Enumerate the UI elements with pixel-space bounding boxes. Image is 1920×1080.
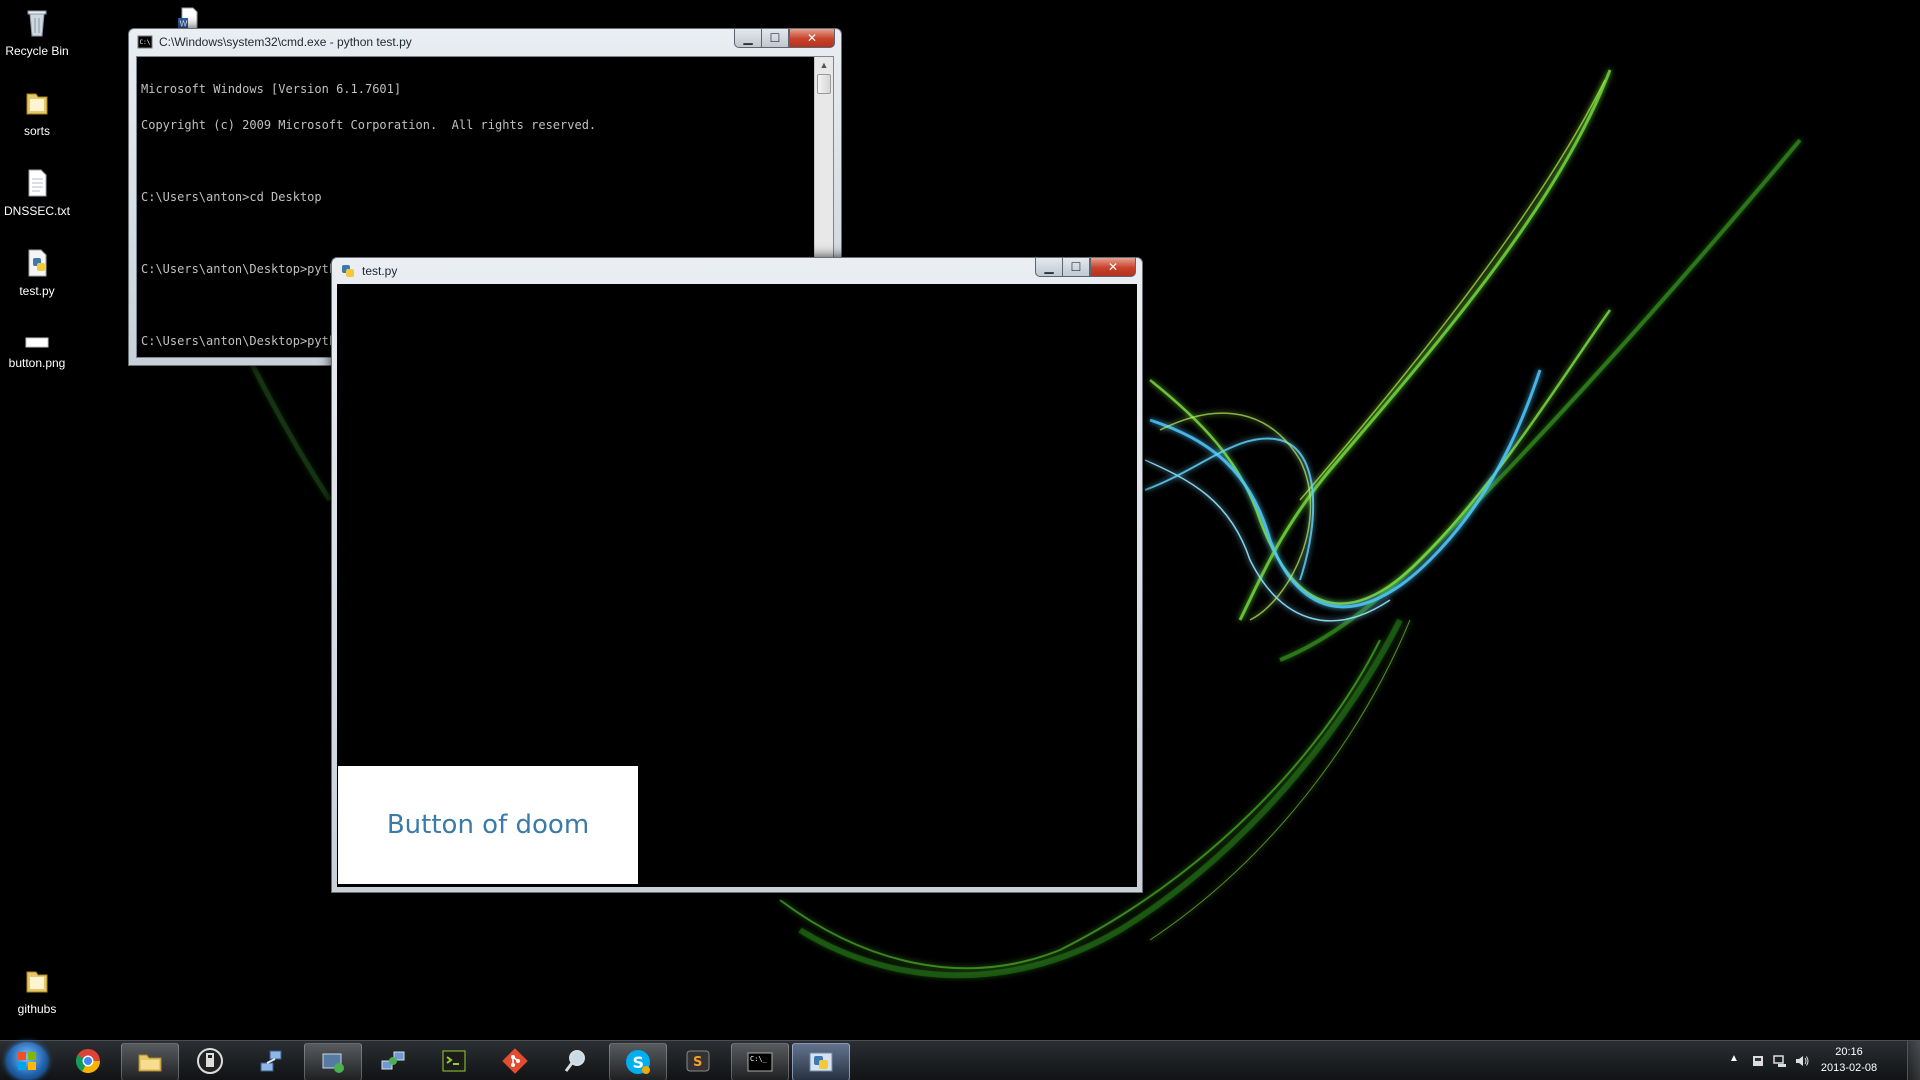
cmd-output-line: C:\Users\anton>cd Desktop <box>141 190 322 204</box>
recycle-bin-icon <box>20 6 54 40</box>
sublime-text-icon: S <box>686 1050 710 1072</box>
taskbar-file-explorer[interactable] <box>121 1043 179 1080</box>
minimize-icon: ▁ <box>743 31 753 45</box>
desktop-icon-label: button.png <box>8 356 66 370</box>
cmd-icon: C:\_ <box>747 1052 773 1072</box>
skype-icon: S <box>626 1050 650 1074</box>
taskbar-network-connections[interactable] <box>365 1043 421 1079</box>
maximize-icon: ☐ <box>769 31 781 45</box>
svg-text:S: S <box>693 1055 702 1070</box>
taskbar-device-manager[interactable] <box>304 1043 362 1080</box>
minimize-button[interactable]: ▁ <box>1035 258 1062 277</box>
cmd-title: C:\Windows\system32\cmd.exe - python tes… <box>159 35 412 49</box>
show-hidden-icons-chevron-icon[interactable]: ▲ <box>1726 1053 1742 1069</box>
desktop-icon-dnssec-txt[interactable]: DNSSEC.txt <box>0 166 74 218</box>
taskbar: S S C:\_ ▲ 20:16 2013-02-08 <box>0 1040 1920 1080</box>
desktop-icon-label: sorts <box>23 124 50 138</box>
windows-logo-icon <box>18 1052 36 1070</box>
desktop-icon-label: DNSSEC.txt <box>3 204 70 218</box>
python-icon <box>340 263 356 279</box>
minimize-button[interactable]: ▁ <box>734 29 761 48</box>
taskbar-git[interactable] <box>487 1043 543 1079</box>
python-icon <box>809 1052 833 1072</box>
taskbar-clock[interactable]: 20:16 2013-02-08 <box>1814 1044 1884 1076</box>
python-window-caption-buttons: ▁ ☐ ✕ <box>1035 258 1136 277</box>
cmd-output-line <box>141 227 811 239</box>
maximize-button[interactable]: ☐ <box>761 29 789 48</box>
taskbar-cmd[interactable]: C:\_ <box>731 1043 789 1080</box>
svg-text:C:\: C:\ <box>140 39 151 46</box>
network-tool-icon <box>260 1050 282 1072</box>
python-window-titlebar[interactable]: test.py <box>332 258 1142 284</box>
desktop-icon-githubs[interactable]: githubs <box>0 964 74 1016</box>
desktop-icon-label: githubs <box>17 1002 57 1016</box>
cmd-output-line <box>141 155 811 167</box>
maximize-icon: ☐ <box>1070 260 1082 274</box>
cmd-caption-buttons: ▁ ☐ ✕ <box>734 29 835 48</box>
network-connections-icon <box>381 1051 405 1070</box>
clock-time: 20:16 <box>1835 1046 1863 1058</box>
taskbar-search-tool[interactable] <box>548 1043 604 1079</box>
image-file-icon <box>20 332 54 352</box>
close-button[interactable]: ✕ <box>789 29 835 48</box>
close-icon: ✕ <box>806 31 818 45</box>
desktop-icon-test-py[interactable]: test.py <box>0 246 74 298</box>
usb-drive-icon <box>197 1048 223 1074</box>
taskbar-python[interactable] <box>792 1043 850 1080</box>
taskbar-chrome[interactable] <box>60 1043 116 1079</box>
taskbar-sublime-text[interactable]: S <box>670 1043 726 1079</box>
terminal-app-icon <box>442 1050 466 1072</box>
folder-icon <box>20 86 54 120</box>
svg-text:C:\_: C:\_ <box>750 1055 768 1063</box>
search-tool-icon <box>564 1050 585 1072</box>
file-explorer-icon <box>138 1054 162 1072</box>
close-icon: ✕ <box>1107 260 1119 274</box>
clock-date: 2013-02-08 <box>1820 1062 1878 1074</box>
minimize-icon: ▁ <box>1044 260 1054 274</box>
text-file-icon <box>20 166 54 200</box>
network-icon[interactable] <box>1772 1053 1788 1069</box>
scrollbar-thumb[interactable] <box>817 74 831 94</box>
start-button[interactable] <box>6 1042 48 1080</box>
python-window-canvas[interactable]: Button of doom <box>337 284 1137 887</box>
python-file-icon <box>20 246 54 280</box>
desktop: Recycle Bin sorts DNSSEC.txt test.py but… <box>0 0 1920 1080</box>
taskbar-network-tool[interactable] <box>243 1043 299 1079</box>
system-tray: ▲ 20:16 2013-02-08 <box>1710 1041 1920 1080</box>
taskbar-skype[interactable]: S <box>609 1043 667 1080</box>
safely-remove-hardware-icon[interactable] <box>1750 1053 1766 1069</box>
desktop-icon-recycle-bin[interactable]: Recycle Bin <box>0 6 74 58</box>
close-button[interactable]: ✕ <box>1090 258 1136 277</box>
taskbar-usb-drive[interactable] <box>182 1043 238 1079</box>
folder-icon <box>20 964 54 998</box>
cmd-output-line: Copyright (c) 2009 Microsoft Corporation… <box>141 118 597 132</box>
desktop-icon-label: Recycle Bin <box>5 44 69 58</box>
chrome-icon <box>75 1049 100 1074</box>
maximize-button[interactable]: ☐ <box>1062 258 1090 277</box>
scroll-up-arrow-icon[interactable]: ▲ <box>815 57 833 73</box>
cmd-output-line: Microsoft Windows [Version 6.1.7601] <box>141 82 402 96</box>
show-desktop-button[interactable] <box>1907 1041 1920 1080</box>
cmd-icon: C:\ <box>137 34 153 50</box>
volume-icon[interactable] <box>1794 1053 1810 1069</box>
device-manager-icon <box>322 1053 344 1073</box>
desktop-icon-button-png[interactable]: button.png <box>0 332 74 370</box>
button-of-doom[interactable]: Button of doom <box>338 766 638 884</box>
desktop-icon-label: test.py <box>19 284 55 298</box>
python-window-title: test.py <box>362 264 398 278</box>
python-app-window[interactable]: test.py ▁ ☐ ✕ Button of doom <box>331 257 1143 893</box>
taskbar-terminal-app[interactable] <box>426 1043 482 1079</box>
git-icon <box>502 1048 528 1074</box>
desktop-icon-sorts[interactable]: sorts <box>0 86 74 138</box>
